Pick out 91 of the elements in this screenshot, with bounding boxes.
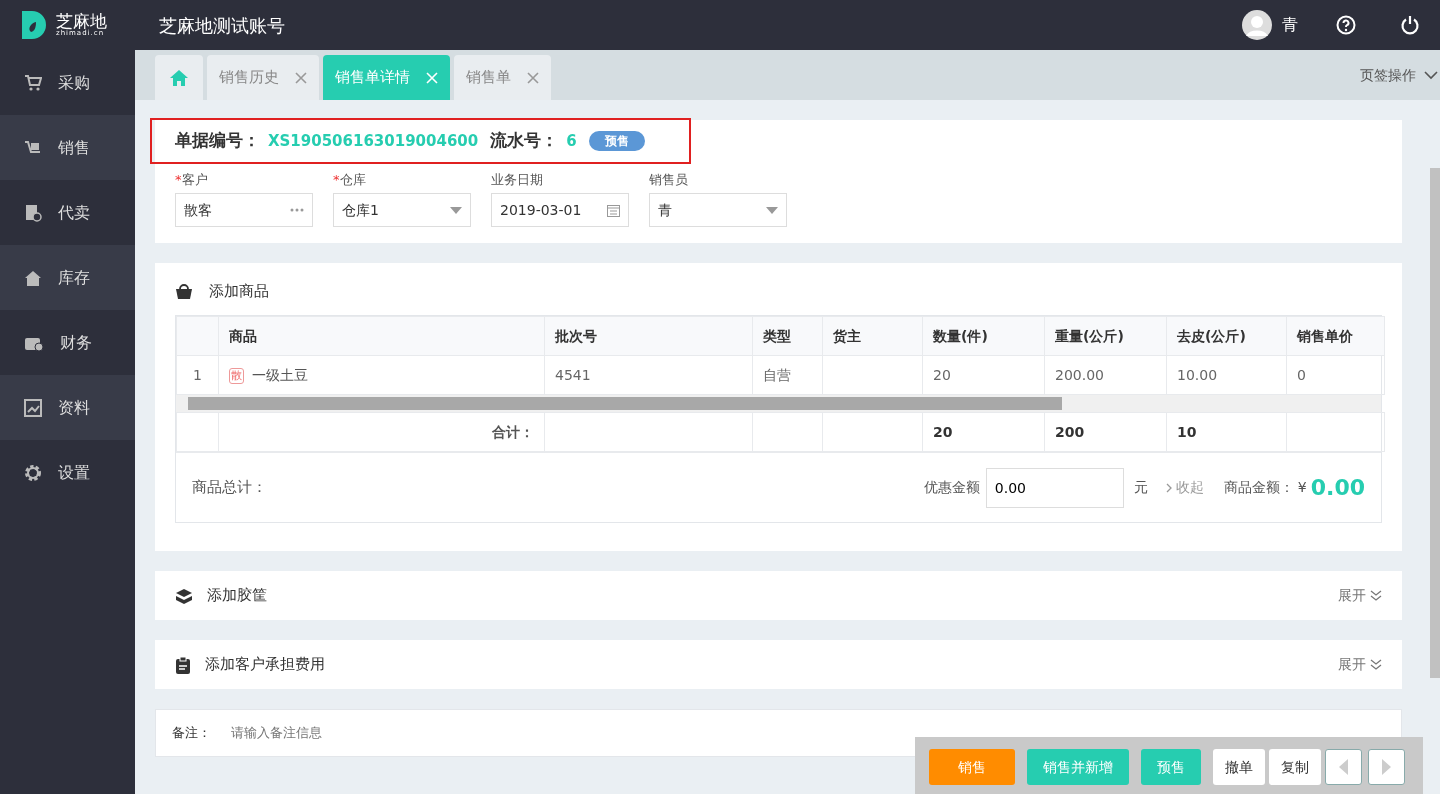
table-cell: 20 <box>922 355 1045 395</box>
currency-sign: ¥ <box>1297 478 1307 497</box>
order-number: XS190506163019004600 <box>268 130 479 152</box>
presale-badge: 预售 <box>588 130 645 151</box>
total-cell: 10 <box>1166 412 1287 452</box>
table-cell: 200.00 <box>1044 355 1167 395</box>
total-label: 合计： <box>218 412 545 452</box>
column-header: 货主 <box>822 316 923 356</box>
triangle-left-icon <box>1339 759 1348 775</box>
sidebar-item[interactable]: 采购 <box>0 50 135 115</box>
basket-icon <box>175 282 193 300</box>
amount-label: 商品金额： <box>1223 478 1294 497</box>
double-chevron-icon <box>1370 590 1382 601</box>
expand-link[interactable]: 展开 <box>1338 654 1382 675</box>
discount-label: 优惠金额 <box>923 478 980 497</box>
column-header: 销售单价 <box>1286 316 1385 356</box>
dropdown-field[interactable]: 仓库1 <box>333 193 471 227</box>
field-label: 销售员 <box>649 170 689 189</box>
more-icon[interactable] <box>290 208 304 212</box>
help-icon[interactable] <box>1336 15 1356 35</box>
total-cell: 20 <box>922 412 1045 452</box>
table-cell: 10.00 <box>1166 355 1287 395</box>
sidebar-item[interactable]: 资料 <box>0 375 135 440</box>
sidebar-item[interactable]: 销售 <box>0 115 135 180</box>
field-label: *仓库 <box>333 170 367 189</box>
vertical-scrollbar[interactable] <box>1430 168 1440 678</box>
power-icon[interactable] <box>1400 15 1420 35</box>
home-tab[interactable] <box>155 55 203 100</box>
home-icon <box>169 68 189 87</box>
user-name[interactable]: 青 <box>1282 13 1298 37</box>
table-cell: 0 <box>1286 355 1385 395</box>
field-label: *客户 <box>175 170 209 189</box>
remark-label: 备注： <box>172 724 211 743</box>
dropdown-icon <box>766 206 778 214</box>
tab-operations-menu[interactable]: 页签操作 <box>1360 55 1438 95</box>
serial-number: 6 <box>566 130 577 152</box>
boxes-icon <box>175 587 193 604</box>
column-header: 商品 <box>218 316 545 356</box>
previous-button[interactable] <box>1325 749 1362 785</box>
next-button[interactable] <box>1368 749 1405 785</box>
document-icon <box>24 203 42 222</box>
chart-icon <box>24 398 42 417</box>
house-icon <box>24 269 42 286</box>
chevron-down-icon <box>1424 70 1438 80</box>
section-title: 添加客户承担费用 <box>205 654 325 676</box>
expand-link[interactable]: 展开 <box>1338 585 1382 606</box>
order-number-label: 单据编号： <box>175 129 260 152</box>
table-cell: 自营 <box>752 355 823 395</box>
avatar-icon[interactable] <box>1242 10 1272 40</box>
sidebar-item[interactable]: 财务 <box>0 310 135 375</box>
triangle-right-icon <box>1382 759 1391 775</box>
goods-amount: 0.00 <box>1310 474 1365 502</box>
close-icon[interactable] <box>295 71 307 84</box>
settings-icon <box>24 463 42 482</box>
dropdown-field[interactable]: 青 <box>649 193 787 227</box>
action-button[interactable]: 复制 <box>1269 749 1321 785</box>
unit-label: 元 <box>1133 478 1148 497</box>
account-name: 芝麻地测试账号 <box>159 13 285 38</box>
date-field[interactable]: 2019-03-01 <box>491 193 629 227</box>
logo-icon <box>20 10 48 40</box>
column-header: 批次号 <box>544 316 753 356</box>
close-icon[interactable] <box>527 71 539 84</box>
calendar-icon[interactable] <box>607 203 620 217</box>
serial-label: 流水号： <box>490 129 559 152</box>
section-title: 添加胶筐 <box>207 585 267 607</box>
column-header: 类型 <box>752 316 823 356</box>
chevron-right-icon <box>1165 482 1172 493</box>
column-header: 重量(公斤) <box>1044 316 1167 356</box>
goods-total-label: 商品总计： <box>192 477 267 499</box>
cart-icon <box>24 74 42 91</box>
section-title: 添加商品 <box>209 280 269 302</box>
clipboard-icon <box>175 655 191 674</box>
column-header: 去皮(公斤) <box>1166 316 1287 356</box>
product-name: 散 一级土豆 <box>229 366 308 386</box>
discount-field[interactable]: 0.00 <box>985 467 1124 508</box>
action-button[interactable]: 撤单 <box>1213 749 1265 785</box>
double-chevron-icon <box>1370 659 1382 670</box>
dropdown-icon <box>450 206 462 214</box>
total-cell: 200 <box>1044 412 1167 452</box>
input-field[interactable]: 散客 <box>175 193 313 227</box>
horizontal-scrollbar[interactable] <box>176 395 1381 412</box>
field-label: 业务日期 <box>491 170 544 189</box>
table-cell: 4541 <box>544 355 753 395</box>
column-header: 数量(件) <box>922 316 1045 356</box>
sidebar-item[interactable]: 设置 <box>0 440 135 505</box>
logo-text: 芝麻地 <box>56 13 107 30</box>
table-cell: 1 <box>176 355 219 395</box>
trolley-icon <box>24 139 42 156</box>
sidebar-item[interactable]: 代卖 <box>0 180 135 245</box>
sidebar-item[interactable]: 库存 <box>0 245 135 310</box>
tag-mark: 散 <box>229 367 244 384</box>
